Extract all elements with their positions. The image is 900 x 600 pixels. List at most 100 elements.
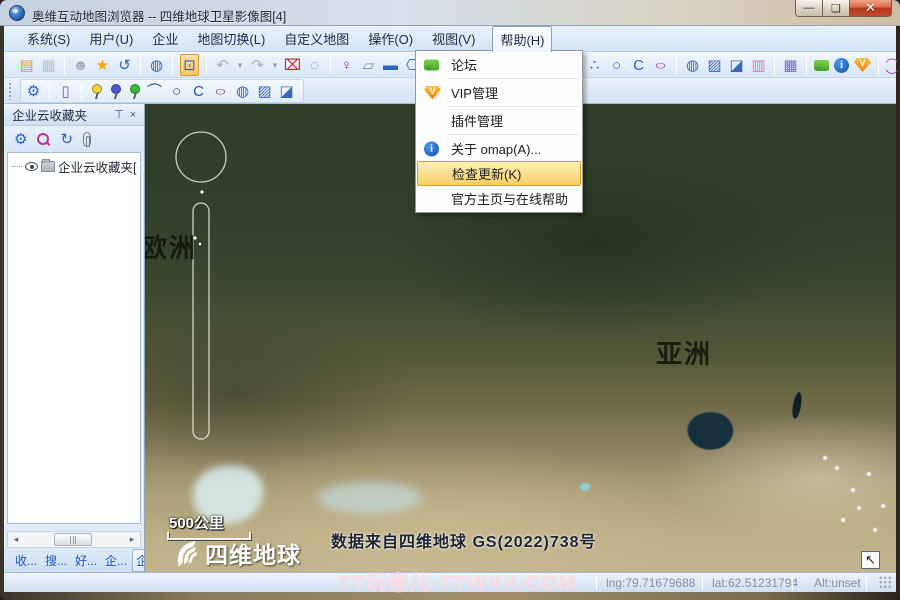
scroll-right-icon[interactable]: ▸: [124, 534, 140, 545]
menu-item-plugins[interactable]: 插件管理: [417, 108, 581, 133]
menu-operation[interactable]: 操作(O): [366, 26, 415, 51]
northwest-arrow-button[interactable]: ↖: [861, 551, 880, 569]
provider-logo: 四维地球: [173, 536, 301, 570]
clipped-circle-icon[interactable]: ◯: [886, 55, 898, 75]
panel-gear-icon[interactable]: ⚙: [14, 130, 27, 148]
undo-icon[interactable]: ↶: [214, 55, 231, 75]
pushpin-green-icon[interactable]: [127, 82, 141, 100]
draw-circle-icon[interactable]: ○: [608, 55, 625, 75]
resize-grip[interactable]: [879, 576, 892, 589]
menu-item-forum[interactable]: 论坛: [417, 52, 581, 77]
tab-enterprise[interactable]: 企...: [102, 550, 130, 571]
close-button[interactable]: ✕: [850, 0, 892, 17]
marquee-select-icon[interactable]: ◌: [306, 55, 323, 75]
transform-select-icon[interactable]: ⊡: [181, 55, 198, 75]
menu-custom-map[interactable]: 自定义地图: [282, 26, 351, 51]
track-bars-icon[interactable]: ▥: [750, 55, 767, 75]
provider-fan-icon: [173, 539, 201, 567]
vip-diamond-icon[interactable]: V: [854, 58, 871, 72]
menu-item-label: 关于 omap(A)...: [451, 139, 541, 158]
scroll-left-icon[interactable]: ◂: [8, 534, 24, 545]
hatched-circle-icon[interactable]: ◍: [684, 55, 701, 75]
globe-icon[interactable]: ◍: [148, 55, 165, 75]
menu-bar: 系统(S) 用户(U) 企业 地图切换(L) 自定义地图 操作(O) 视图(V)…: [4, 26, 896, 52]
ruler-icon[interactable]: ▬: [382, 55, 399, 75]
hatched-polygon2-icon[interactable]: ◪: [278, 81, 295, 101]
status-longitude: lng:79.71679688: [606, 576, 695, 590]
redo-icon[interactable]: ↷: [249, 55, 266, 75]
panel-tabs: 收... 搜... 好... 企... 企...: [4, 548, 144, 572]
menu-enterprise[interactable]: 企业: [150, 26, 180, 51]
draw-ellipse2-icon[interactable]: ○: [209, 83, 233, 100]
title-bar[interactable]: 奥维互动地图浏览器 -- 四维地球卫星影像图[4] — ❏ ✕: [0, 0, 900, 26]
delete-trash-icon[interactable]: ⌧: [284, 55, 301, 75]
favorite-star-icon[interactable]: ★: [94, 55, 111, 75]
pushpin-yellow-icon[interactable]: [89, 82, 103, 100]
tree-item[interactable]: 企业云收藏夹[: [8, 153, 140, 176]
scrollbar-track[interactable]: [24, 532, 124, 547]
draw-ellipse-icon[interactable]: ○: [649, 57, 673, 74]
panel-close-icon[interactable]: ×: [126, 109, 140, 121]
user-icon[interactable]: ☻: [72, 55, 89, 75]
hatched-square2-icon[interactable]: ▨: [256, 81, 273, 101]
panel-pin-icon[interactable]: ⊤: [112, 108, 126, 121]
transform-select-active[interactable]: ⊡: [180, 54, 199, 76]
panel-refresh-icon[interactable]: ↻: [60, 130, 73, 148]
undo-caret-icon[interactable]: ▾: [236, 55, 244, 75]
watermark: TT玩意儿·TTWYX.COM: [338, 567, 577, 597]
menu-system[interactable]: 系统(S): [25, 26, 72, 51]
draw-arc-top-icon[interactable]: ⌒: [146, 81, 163, 101]
redo-caret-icon[interactable]: ▾: [271, 55, 279, 75]
tab-search[interactable]: 搜...: [42, 550, 70, 571]
save-icon[interactable]: ▦: [40, 55, 57, 75]
minimize-button[interactable]: —: [795, 0, 823, 17]
draw-circle2-icon[interactable]: ○: [168, 81, 185, 101]
new-file-icon[interactable]: ▯: [57, 81, 74, 101]
draw-arc-icon[interactable]: C: [630, 55, 647, 75]
eraser-icon[interactable]: ▱: [360, 55, 377, 75]
toolbar-separator: [676, 56, 677, 74]
menu-help[interactable]: 帮助(H): [492, 26, 552, 52]
toolbar-separator: [330, 56, 331, 74]
panel-attachment-icon[interactable]: [83, 132, 91, 147]
drawn-circle[interactable]: [176, 132, 226, 182]
scatter-dots-icon[interactable]: ∴: [586, 55, 603, 75]
visibility-eye-icon[interactable]: [25, 162, 38, 171]
menu-user[interactable]: 用户(U): [87, 26, 135, 51]
tab-favorites[interactable]: 收...: [12, 550, 40, 571]
panel-header: 企业云收藏夹 ⊤ ×: [4, 104, 144, 126]
menu-item-check-update[interactable]: 检查更新(K): [417, 161, 581, 186]
menu-item-homepage-help[interactable]: 官方主页与在线帮助: [417, 186, 581, 211]
hatched-square-icon[interactable]: ▨: [706, 55, 723, 75]
settings-gear-icon[interactable]: ⚙: [25, 81, 42, 101]
toolbar-separator: [81, 82, 82, 100]
horizontal-scrollbar[interactable]: ◂ ▸: [7, 531, 141, 548]
toolbar-drag-handle[interactable]: [8, 82, 13, 100]
help-dropdown-menu: 论坛 V VIP管理 插件管理 i 关于 omap(A)... 检查更新(K) …: [415, 50, 583, 213]
menu-map-switch[interactable]: 地图切换(L): [195, 26, 267, 51]
menu-item-about[interactable]: i 关于 omap(A)...: [417, 136, 581, 161]
panel-search-icon[interactable]: [37, 133, 50, 146]
toolbar-separator: [64, 56, 65, 74]
hatched-polygon-icon[interactable]: ◪: [728, 55, 745, 75]
route-uturn-icon[interactable]: ↺: [116, 55, 133, 75]
location-pin-icon[interactable]: ♀: [338, 55, 355, 75]
maximize-button[interactable]: ❏: [823, 0, 850, 17]
info-icon[interactable]: i: [834, 58, 849, 73]
menu-view[interactable]: 视图(V): [430, 26, 477, 51]
tree-branch-line: [12, 166, 22, 167]
open-folder-icon[interactable]: ▤: [18, 55, 35, 75]
hatched-circle2-icon[interactable]: ◍: [234, 81, 251, 101]
messages-chat-icon[interactable]: [814, 60, 829, 71]
tab-friends[interactable]: 好...: [72, 550, 100, 571]
data-table-icon[interactable]: ▦: [782, 55, 799, 75]
favorites-panel: 企业云收藏夹 ⊤ × ⚙ ↻ 企业云收藏夹[ ◂: [4, 104, 145, 572]
menu-item-label: 官方主页与在线帮助: [451, 189, 568, 208]
scale-label: 500公里: [169, 512, 224, 533]
draw-open-arc-icon[interactable]: C: [190, 81, 207, 101]
tab-enterprise-cloud[interactable]: 企...: [132, 549, 145, 572]
scrollbar-thumb[interactable]: [54, 533, 92, 546]
pushpin-blue-icon[interactable]: [108, 82, 122, 100]
menu-item-vip[interactable]: V VIP管理: [417, 80, 581, 105]
toolbar-separator: [140, 56, 141, 74]
